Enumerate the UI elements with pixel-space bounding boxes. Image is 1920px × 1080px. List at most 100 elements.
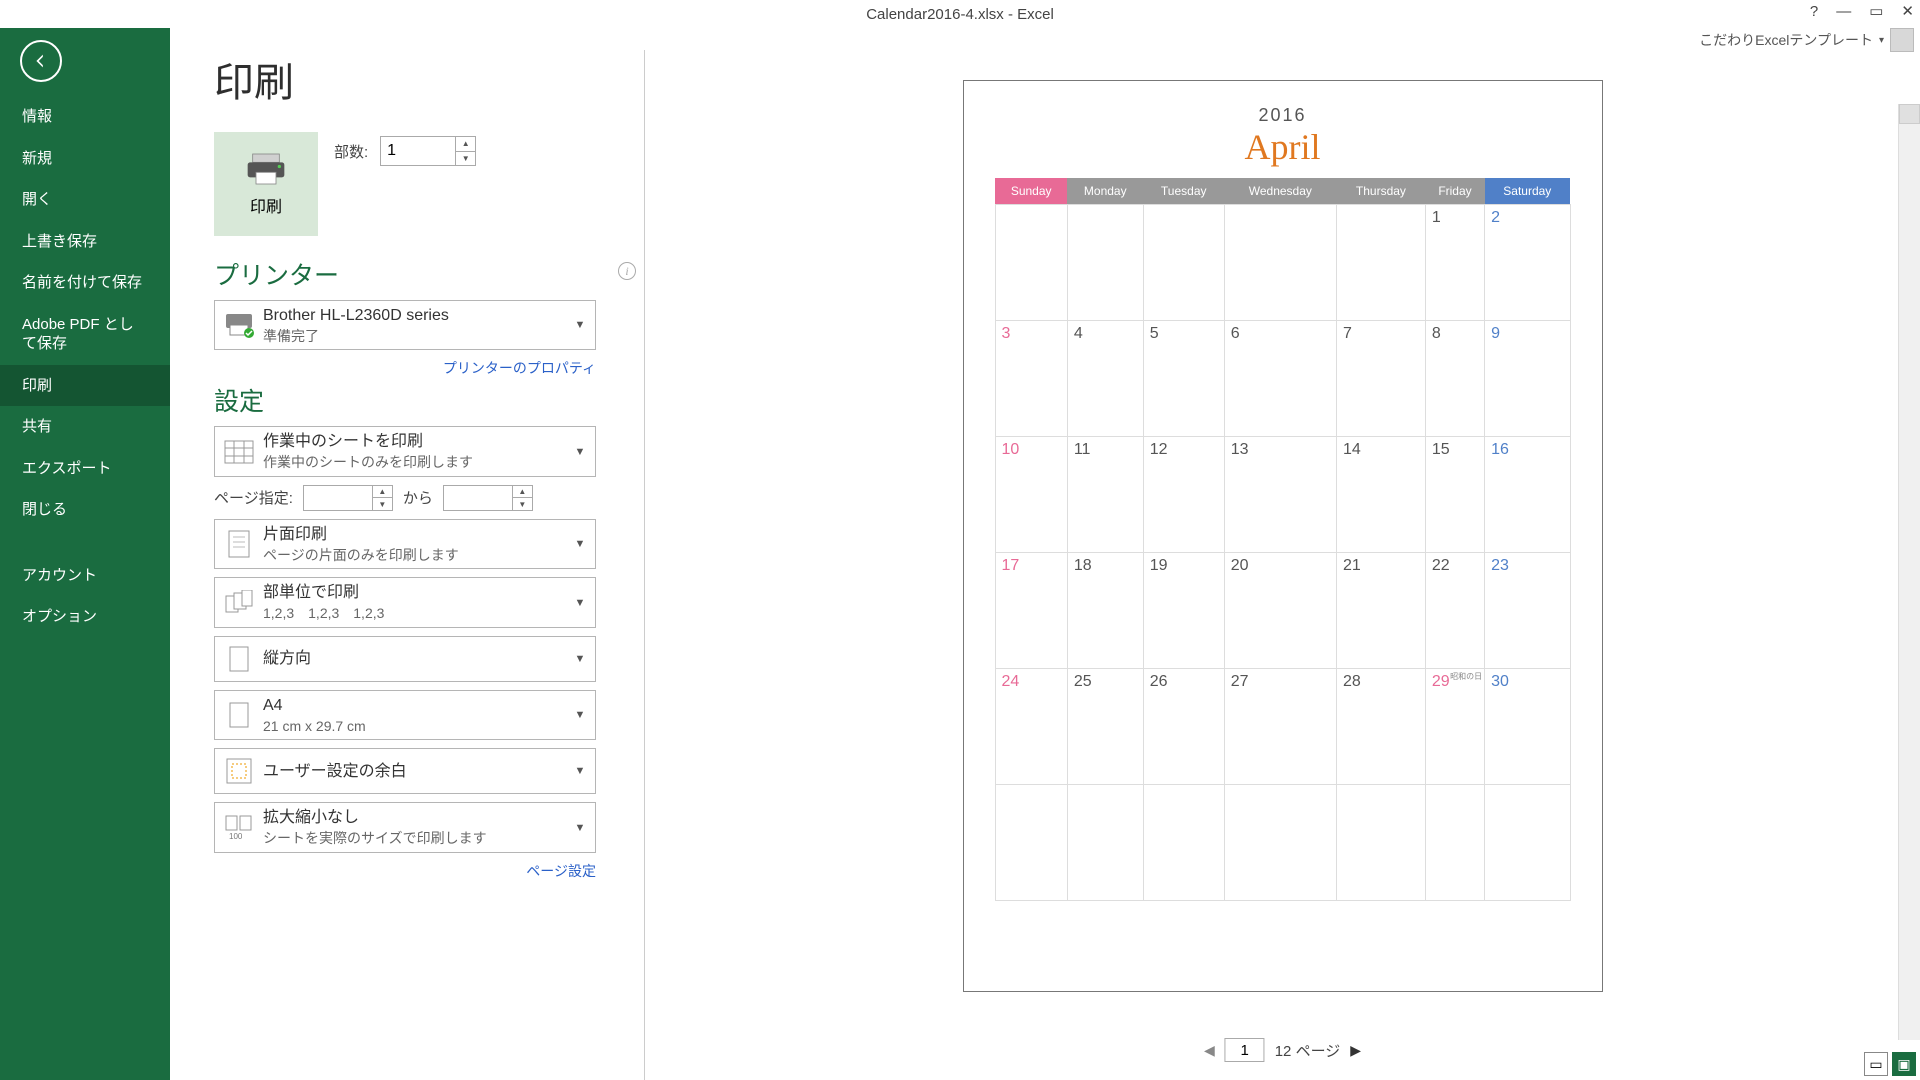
print-button-label: 印刷 xyxy=(250,193,282,217)
calendar-cell: 27 xyxy=(1224,669,1336,785)
page-title: 印刷 xyxy=(214,50,596,108)
calendar-cell xyxy=(1336,205,1425,321)
calendar-cell: 16 xyxy=(1485,437,1570,553)
calendar-cell: 20 xyxy=(1224,553,1336,669)
nav-item-8[interactable]: エクスポート xyxy=(0,448,170,490)
calendar-cell: 28 xyxy=(1336,669,1425,785)
info-icon[interactable]: i xyxy=(618,262,636,280)
print-button[interactable]: 印刷 xyxy=(214,132,318,236)
dropdown-arrow-icon: ▼ xyxy=(571,446,589,458)
nav-item-6[interactable]: 印刷 xyxy=(0,365,170,407)
nav-item-3[interactable]: 上書き保存 xyxy=(0,221,170,263)
restore-icon[interactable]: ▭ xyxy=(1869,2,1883,20)
window-title: Calendar2016-4.xlsx - Excel xyxy=(866,6,1054,23)
show-margins-button[interactable]: ▭ xyxy=(1864,1052,1888,1076)
collate-combo[interactable]: 部単位で印刷1,2,3 1,2,3 1,2,3 ▼ xyxy=(214,577,596,627)
page-range-row: ページ指定: ▲▼ から ▲▼ xyxy=(214,485,596,511)
calendar-cell: 2 xyxy=(1485,205,1570,321)
help-icon[interactable]: ? xyxy=(1810,3,1818,20)
paper-icon xyxy=(221,697,257,733)
vertical-scrollbar[interactable] xyxy=(1898,104,1920,1040)
orientation-combo[interactable]: 縦方向 ▼ xyxy=(214,636,596,682)
copies-spinner[interactable]: ▲▼ xyxy=(380,136,476,166)
calendar-cell xyxy=(1485,785,1570,901)
margins-icon xyxy=(221,753,257,789)
scroll-up-icon[interactable] xyxy=(1899,104,1920,124)
preview-pager: ◀ 12 ページ ▶ xyxy=(1204,1038,1361,1062)
page-from-spinner[interactable]: ▲▼ xyxy=(303,485,393,511)
calendar-cell xyxy=(1224,205,1336,321)
printer-section-header: プリンター i xyxy=(214,256,596,292)
nav-bottom-item-1[interactable]: オプション xyxy=(0,596,170,638)
minimize-icon[interactable]: — xyxy=(1836,3,1851,20)
copies-input[interactable] xyxy=(381,137,455,165)
print-preview-pane: 2016 April SundayMondayTuesdayWednesdayT… xyxy=(644,50,1920,1080)
calendar-year: 2016 xyxy=(970,105,1596,126)
printer-icon xyxy=(246,151,286,187)
page-range-label: ページ指定: xyxy=(214,487,293,508)
duplex-combo[interactable]: 片面印刷ページの片面のみを印刷します ▼ xyxy=(214,519,596,569)
zoom-to-page-button[interactable]: ▣ xyxy=(1892,1052,1916,1076)
day-header: Saturday xyxy=(1485,178,1570,205)
nav-item-2[interactable]: 開く xyxy=(0,179,170,221)
day-header: Friday xyxy=(1425,178,1484,205)
page-single-icon xyxy=(221,526,257,562)
calendar-cell xyxy=(1067,785,1143,901)
collate-icon xyxy=(221,585,257,621)
nav-item-7[interactable]: 共有 xyxy=(0,406,170,448)
back-button[interactable] xyxy=(20,40,62,82)
current-page-input[interactable] xyxy=(1225,1038,1265,1062)
calendar-cell: 13 xyxy=(1224,437,1336,553)
calendar-cell: 23 xyxy=(1485,553,1570,669)
close-icon[interactable]: ✕ xyxy=(1901,2,1914,20)
next-page-button[interactable]: ▶ xyxy=(1350,1042,1361,1059)
print-what-combo[interactable]: 作業中のシートを印刷作業中のシートのみを印刷します ▼ xyxy=(214,426,596,476)
calendar-cell: 1 xyxy=(1425,205,1484,321)
dropdown-arrow-icon: ▼ xyxy=(571,319,589,331)
nav-bottom-item-0[interactable]: アカウント xyxy=(0,555,170,597)
svg-text:100: 100 xyxy=(229,832,243,841)
scaling-combo[interactable]: 100 拡大縮小なしシートを実際のサイズで印刷します ▼ xyxy=(214,802,596,852)
dropdown-arrow-icon: ▼ xyxy=(571,538,589,550)
page-to-spinner[interactable]: ▲▼ xyxy=(443,485,533,511)
nav-item-1[interactable]: 新規 xyxy=(0,138,170,180)
calendar-cell: 22 xyxy=(1425,553,1484,669)
preview-page: 2016 April SundayMondayTuesdayWednesdayT… xyxy=(963,80,1603,992)
user-label: こだわりExcelテンプレート xyxy=(1699,30,1873,50)
copies-label: 部数: xyxy=(334,141,368,162)
user-avatar-icon xyxy=(1890,28,1914,52)
calendar-cell xyxy=(1067,205,1143,321)
calendar-cell: 21 xyxy=(1336,553,1425,669)
spinner-up-icon[interactable]: ▲ xyxy=(456,137,475,152)
printer-combo[interactable]: Brother HL-L2360D series 準備完了 ▼ xyxy=(214,300,596,350)
paper-combo[interactable]: A421 cm x 29.7 cm ▼ xyxy=(214,690,596,740)
calendar-cell: 15 xyxy=(1425,437,1484,553)
printer-status-icon xyxy=(221,307,257,343)
calendar-cell: 25 xyxy=(1067,669,1143,785)
calendar-table: SundayMondayTuesdayWednesdayThursdayFrid… xyxy=(995,178,1571,901)
prev-page-button[interactable]: ◀ xyxy=(1204,1042,1215,1059)
margins-combo[interactable]: ユーザー設定の余白 ▼ xyxy=(214,748,596,794)
dropdown-arrow-icon: ▼ xyxy=(571,709,589,721)
calendar-cell: 30 xyxy=(1485,669,1570,785)
calendar-cell: 19 xyxy=(1143,553,1224,669)
calendar-cell: 4 xyxy=(1067,321,1143,437)
spinner-down-icon[interactable]: ▼ xyxy=(456,152,475,166)
holiday-note: 昭和の日 xyxy=(1450,671,1482,682)
calendar-cell: 14 xyxy=(1336,437,1425,553)
dropdown-arrow-icon: ▼ xyxy=(571,822,589,834)
nav-item-0[interactable]: 情報 xyxy=(0,96,170,138)
sheets-icon xyxy=(221,434,257,470)
user-account[interactable]: こだわりExcelテンプレート ▾ xyxy=(1699,28,1914,52)
dropdown-arrow-icon: ▼ xyxy=(571,765,589,777)
nav-item-4[interactable]: 名前を付けて保存 xyxy=(0,262,170,304)
page-setup-link[interactable]: ページ設定 xyxy=(526,861,596,889)
calendar-month: April xyxy=(970,126,1596,168)
calendar-cell xyxy=(1336,785,1425,901)
nav-item-5[interactable]: Adobe PDF として保存 xyxy=(0,304,170,365)
day-header: Monday xyxy=(1067,178,1143,205)
calendar-cell xyxy=(995,205,1067,321)
nav-item-9[interactable]: 閉じる xyxy=(0,489,170,531)
calendar-cell xyxy=(995,785,1067,901)
calendar-cell xyxy=(1224,785,1336,901)
